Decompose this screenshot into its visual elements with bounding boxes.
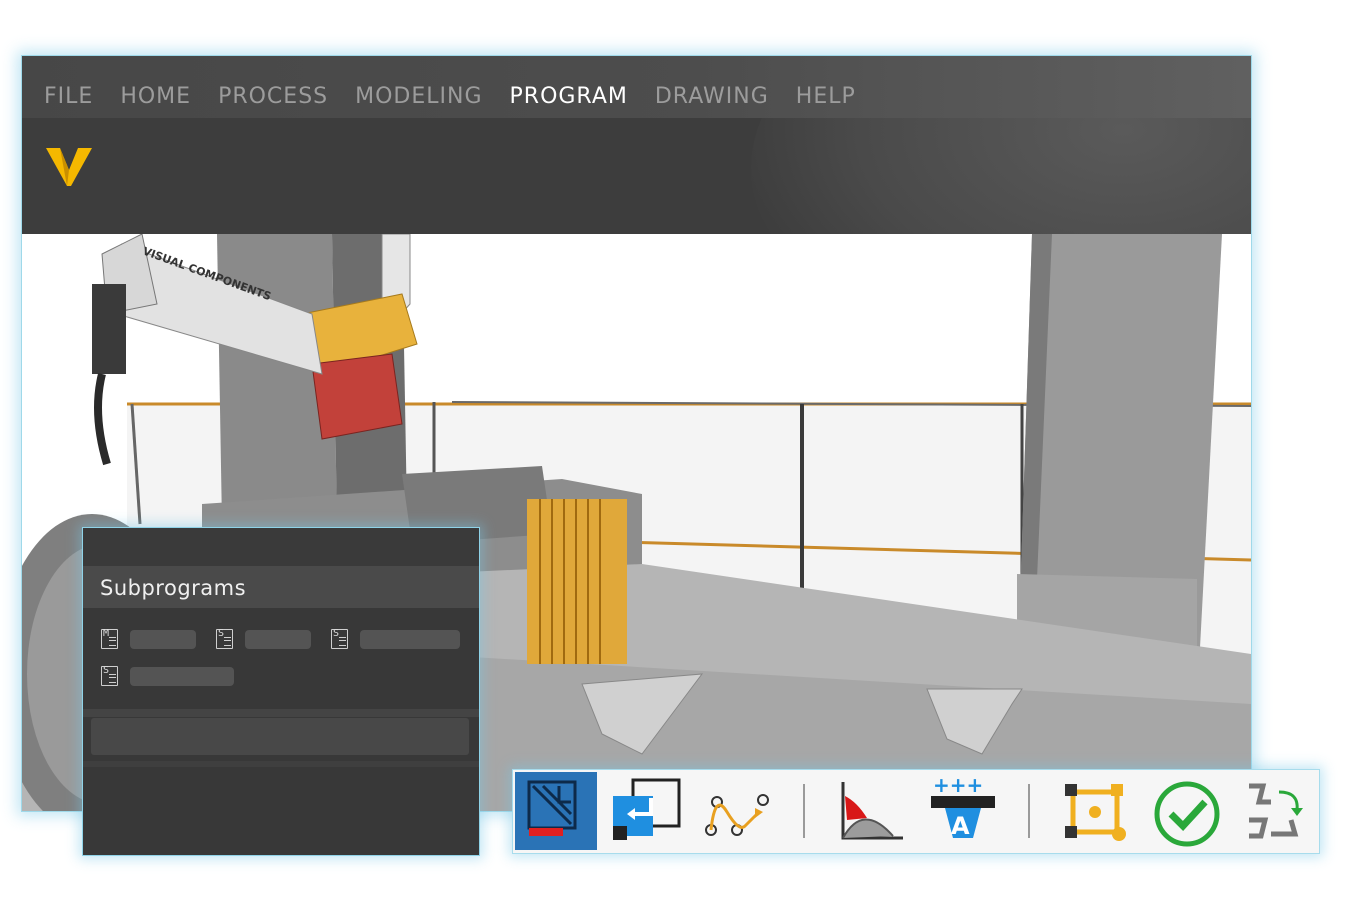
toolbar-tool-3[interactable] bbox=[697, 772, 779, 850]
subprogram-icon: S bbox=[101, 665, 118, 686]
program-toolbar: +++ A bbox=[512, 769, 1320, 854]
menu-process[interactable]: PROCESS bbox=[218, 84, 328, 109]
subprograms-panel: Subprograms M S S S bbox=[82, 527, 480, 856]
main-program-icon: M bbox=[101, 628, 118, 649]
menu-file[interactable]: FILE bbox=[44, 84, 93, 109]
ribbon bbox=[22, 118, 1251, 234]
subprogram-icon: S bbox=[216, 628, 233, 649]
tool-7-icon bbox=[1154, 781, 1220, 847]
tool-5-icon: +++ A bbox=[931, 773, 995, 840]
subprogram-icon: S bbox=[331, 628, 348, 649]
subprogram-item-main[interactable]: M bbox=[101, 628, 196, 650]
toolbar-tool-8[interactable] bbox=[1235, 772, 1317, 850]
tool-8-icon bbox=[1249, 783, 1303, 839]
panel-divider bbox=[83, 709, 479, 717]
subprograms-title: Subprograms bbox=[100, 576, 247, 600]
tool-4-icon bbox=[841, 782, 903, 840]
toolbar-tool-2[interactable] bbox=[605, 772, 687, 850]
subprogram-item[interactable]: S bbox=[331, 628, 460, 650]
tool-6-icon bbox=[1065, 784, 1126, 841]
subprogram-name-placeholder bbox=[130, 666, 234, 686]
svg-text:A: A bbox=[951, 812, 970, 840]
svg-text:+++: +++ bbox=[933, 773, 983, 797]
menu-home[interactable]: HOME bbox=[120, 84, 191, 109]
toolbar-tool-1[interactable] bbox=[515, 772, 597, 850]
subprogram-item[interactable]: S bbox=[101, 665, 234, 687]
subprogram-name-placeholder bbox=[360, 629, 460, 649]
toolbar-tool-7[interactable] bbox=[1145, 772, 1227, 850]
subprogram-input-field[interactable] bbox=[91, 718, 469, 755]
tool-3-icon bbox=[705, 794, 769, 836]
subprogram-name-placeholder bbox=[130, 629, 196, 649]
menu-help[interactable]: HELP bbox=[796, 84, 856, 109]
toolbar-tool-4[interactable] bbox=[833, 772, 915, 850]
menu-bar: FILE HOME PROCESS MODELING PROGRAM DRAWI… bbox=[22, 56, 1251, 118]
menu-program[interactable]: PROGRAM bbox=[510, 84, 628, 109]
menu-drawing[interactable]: DRAWING bbox=[655, 84, 769, 109]
panel-top-strip bbox=[83, 528, 479, 566]
toolbar-separator bbox=[1028, 784, 1030, 838]
menu-modeling[interactable]: MODELING bbox=[355, 84, 482, 109]
subprogram-item[interactable]: S bbox=[216, 628, 311, 650]
toolbar-separator bbox=[803, 784, 805, 838]
panel-footer-divider bbox=[83, 761, 479, 767]
subprogram-name-placeholder bbox=[245, 629, 311, 649]
toolbar-tool-6[interactable] bbox=[1055, 772, 1137, 850]
tool-1-icon bbox=[527, 780, 577, 836]
visual-components-logo bbox=[46, 148, 92, 186]
tool-2-icon bbox=[613, 778, 681, 840]
toolbar-tool-5[interactable]: +++ A bbox=[923, 772, 1005, 850]
ribbon-background-swoosh bbox=[751, 118, 1251, 234]
menu-items: FILE HOME PROCESS MODELING PROGRAM DRAWI… bbox=[44, 84, 883, 109]
